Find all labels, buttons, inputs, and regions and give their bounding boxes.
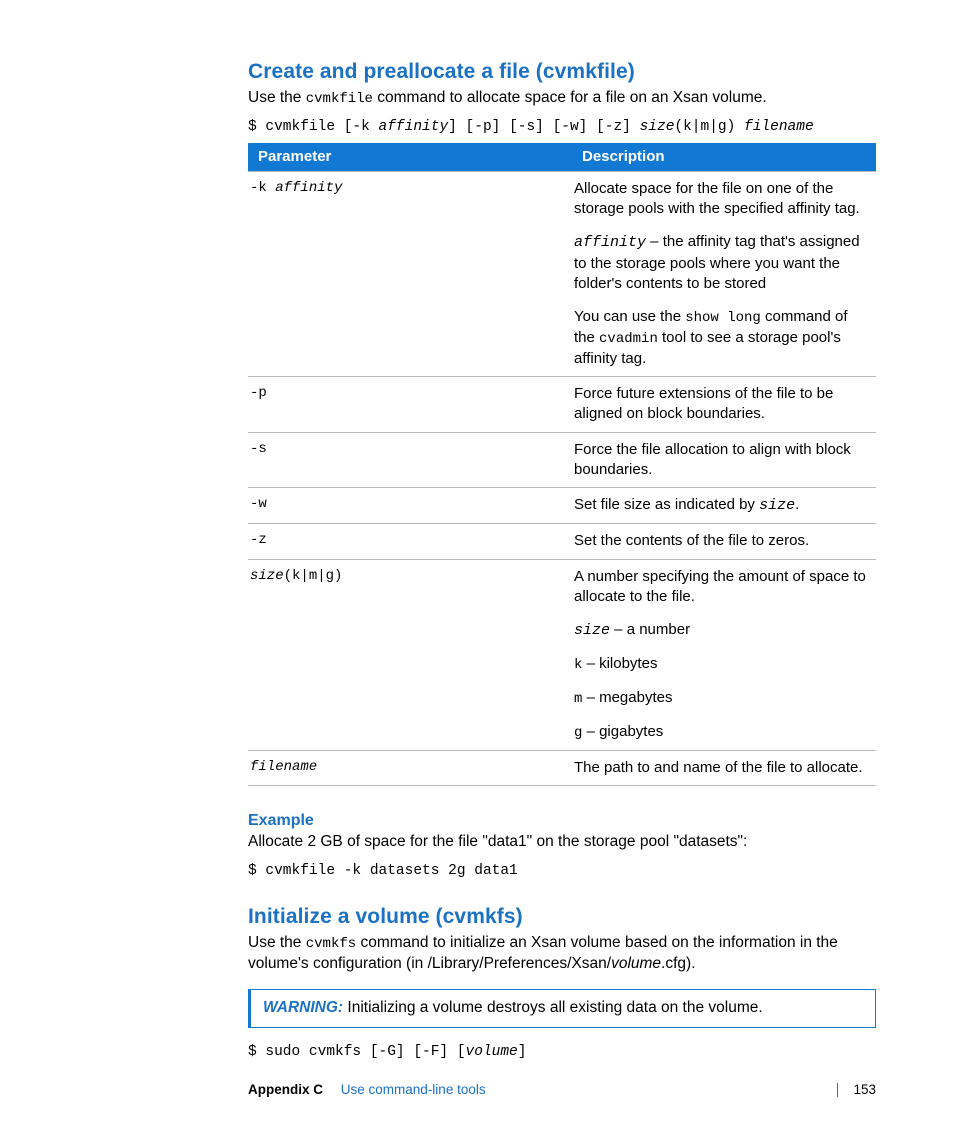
table-row: size(k|m|g) A number specifying the amou…: [248, 559, 876, 614]
inline-code: cvadmin: [599, 331, 658, 347]
cmd-text: (k|m|g): [674, 119, 744, 135]
desc-cell: g – gigabytes: [572, 716, 876, 750]
inline-code: size: [759, 497, 795, 514]
cmd-arg: affinity: [379, 119, 449, 135]
param-cell: -z: [248, 524, 572, 559]
warning-label: WARNING:: [263, 999, 347, 1016]
footer-left: Appendix C Use command-line tools: [248, 1082, 486, 1097]
footer-divider: [837, 1083, 838, 1097]
section2-intro: Use the cvmkfs command to initialize an …: [248, 933, 876, 975]
desc-cell: Set the contents of the file to zeros.: [572, 524, 876, 559]
example-command: $ cvmkfile -k datasets 2g data1: [248, 863, 876, 879]
warning-text: Initializing a volume destroys all exist…: [347, 999, 762, 1016]
cmd-text: $ sudo cvmkfs [-G] [-F] [: [248, 1044, 466, 1060]
desc-cell: affinity – the affinity tag that's assig…: [572, 226, 876, 301]
text: Use the: [248, 89, 306, 106]
param-cell: filename: [248, 751, 572, 786]
example-text: Allocate 2 GB of space for the file "dat…: [248, 832, 876, 853]
param-cell: -k affinity: [248, 171, 572, 226]
command-line-cvmkfs: $ sudo cvmkfs [-G] [-F] [volume]: [248, 1044, 876, 1060]
cmd-arg: filename: [744, 119, 814, 135]
command-line-cvmkfile: $ cvmkfile [-k affinity] [-p] [-s] [-w] …: [248, 119, 876, 135]
text: You can use the: [574, 308, 685, 325]
table-row: affinity – the affinity tag that's assig…: [248, 226, 876, 301]
cmd-text: ] [-p] [-s] [-w] [-z]: [448, 119, 639, 135]
param-arg: size: [250, 568, 284, 584]
desc-cell: You can use the show long command of the…: [572, 301, 876, 377]
cmd-text: $ cvmkfile [-k: [248, 119, 379, 135]
text: – a number: [610, 621, 690, 638]
table-row: -z Set the contents of the file to zeros…: [248, 524, 876, 559]
text: Use the: [248, 934, 306, 951]
table-row: m – megabytes: [248, 682, 876, 716]
text: command to allocate space for a file on …: [373, 89, 767, 106]
table-row: -s Force the file allocation to align wi…: [248, 432, 876, 488]
section1-intro: Use the cvmkfile command to allocate spa…: [248, 88, 876, 109]
desc-cell: A number specifying the amount of space …: [572, 559, 876, 614]
param-arg: affinity: [275, 180, 342, 196]
desc-cell: size – a number: [572, 614, 876, 648]
text: .cfg).: [661, 955, 695, 972]
desc-cell: The path to and name of the file to allo…: [572, 751, 876, 786]
text: – kilobytes: [582, 655, 657, 672]
chapter-title: Use command-line tools: [341, 1082, 486, 1097]
inline-code: cvmkfs: [306, 936, 356, 952]
page-footer: Appendix C Use command-line tools 153: [248, 1082, 876, 1097]
th-description: Description: [572, 143, 876, 172]
desc-cell: Force future extensions of the file to b…: [572, 377, 876, 433]
inline-code: show long: [685, 310, 761, 326]
text: -k: [250, 180, 275, 196]
parameter-table: Parameter Description -k affinity Alloca…: [248, 143, 876, 786]
config-volume: volume: [611, 955, 661, 972]
table-row: -p Force future extensions of the file t…: [248, 377, 876, 433]
section-heading-cvmkfs: Initialize a volume (cvmkfs): [248, 905, 876, 929]
desc-cell: Allocate space for the file on one of th…: [572, 171, 876, 226]
cmd-arg: volume: [466, 1044, 518, 1060]
desc-cell: Force the file allocation to align with …: [572, 432, 876, 488]
table-row: g – gigabytes: [248, 716, 876, 750]
param-cell: size(k|m|g): [248, 559, 572, 614]
text: – megabytes: [582, 689, 672, 706]
footer-right: 153: [821, 1082, 876, 1097]
inline-code: cvmkfile: [306, 91, 373, 107]
text: Set file size as indicated by: [574, 496, 759, 513]
table-row: filename The path to and name of the fil…: [248, 751, 876, 786]
th-parameter: Parameter: [248, 143, 572, 172]
appendix-label: Appendix C: [248, 1082, 323, 1097]
cmd-text: ]: [518, 1044, 527, 1060]
table-row: size – a number: [248, 614, 876, 648]
text: – gigabytes: [582, 723, 663, 740]
inline-code: size: [574, 622, 610, 639]
desc-cell: Set file size as indicated by size.: [572, 488, 876, 524]
param-cell: -w: [248, 488, 572, 524]
param-cell: -s: [248, 432, 572, 488]
example-heading: Example: [248, 812, 876, 830]
inline-code: affinity: [574, 234, 646, 251]
text: .: [795, 496, 799, 513]
param-cell: -p: [248, 377, 572, 433]
param-arg: filename: [250, 759, 317, 775]
table-row: -k affinity Allocate space for the file …: [248, 171, 876, 226]
table-row: -w Set file size as indicated by size.: [248, 488, 876, 524]
warning-box: WARNING: Initializing a volume destroys …: [248, 989, 876, 1028]
text: (k|m|g): [284, 568, 343, 584]
section-heading-cvmkfile: Create and preallocate a file (cvmkfile): [248, 60, 876, 84]
desc-cell: k – kilobytes: [572, 648, 876, 682]
table-row: You can use the show long command of the…: [248, 301, 876, 377]
page-number: 153: [853, 1082, 876, 1097]
desc-cell: m – megabytes: [572, 682, 876, 716]
table-row: k – kilobytes: [248, 648, 876, 682]
cmd-arg: size: [640, 119, 675, 135]
